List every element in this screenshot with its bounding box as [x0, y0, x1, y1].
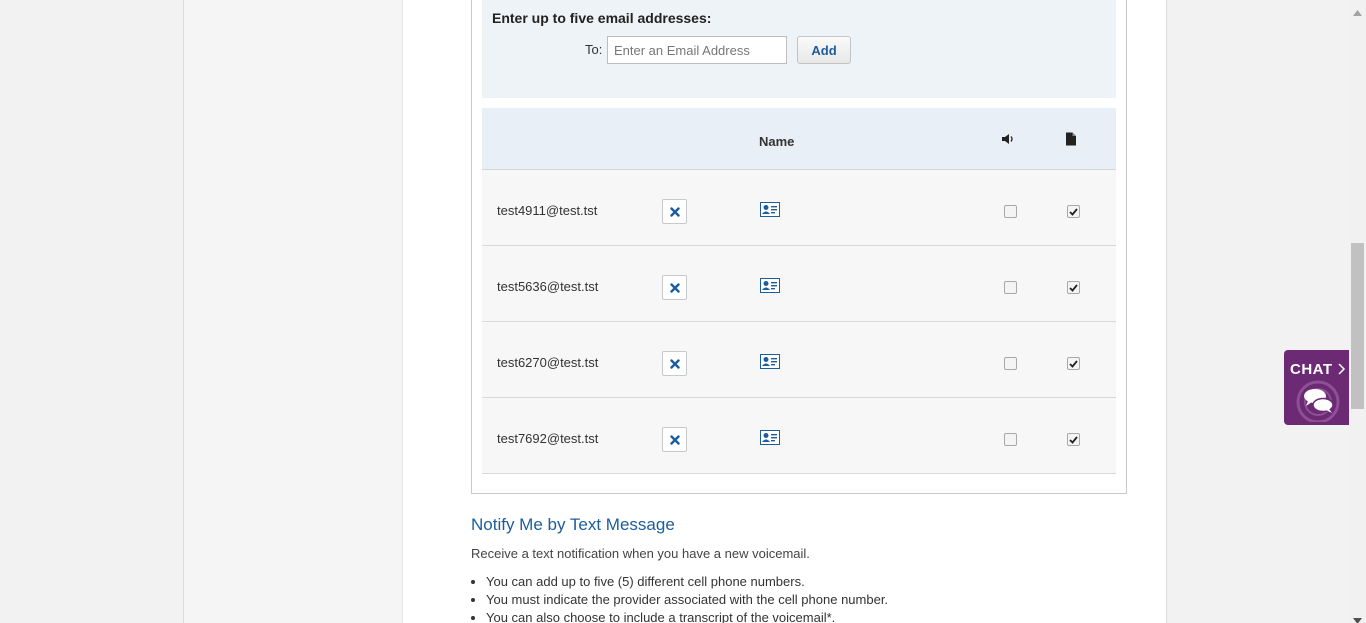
attach-voicemail-checkbox[interactable]	[1004, 205, 1017, 218]
contact-card-icon[interactable]	[760, 278, 780, 293]
close-icon	[669, 282, 680, 293]
recipient-email: test6270@test.tst	[497, 355, 599, 370]
vertical-scrollbar[interactable]	[1349, 0, 1366, 623]
email-notification-box: Enter up to five email addresses: To: Ad…	[471, 0, 1127, 494]
contact-card-icon[interactable]	[760, 354, 780, 369]
email-address-input[interactable]	[607, 36, 787, 64]
attach-voicemail-checkbox[interactable]	[1004, 357, 1017, 370]
remove-recipient-button[interactable]	[662, 351, 687, 376]
attach-voicemail-checkbox[interactable]	[1004, 281, 1017, 294]
remove-recipient-button[interactable]	[662, 427, 687, 452]
email-entry-panel: Enter up to five email addresses: To: Ad…	[482, 0, 1116, 98]
scroll-up-arrow-icon[interactable]	[1353, 3, 1362, 21]
name-column-header: Name	[759, 134, 795, 149]
bullet-item: You can add up to five (5) different cel…	[486, 574, 888, 592]
contact-card-icon[interactable]	[760, 202, 780, 217]
email-entry-heading: Enter up to five email addresses:	[492, 10, 712, 26]
contact-card-icon[interactable]	[760, 430, 780, 445]
scrollbar-thumb[interactable]	[1351, 243, 1364, 409]
table-row: test7692@test.tst	[482, 398, 1116, 474]
close-icon	[669, 434, 680, 445]
text-message-section-title: Notify Me by Text Message	[471, 515, 675, 534]
speaker-icon	[1001, 132, 1017, 148]
email-table-header: Name	[482, 108, 1116, 170]
document-icon	[1065, 132, 1081, 148]
bullet-item: You must indicate the provider associate…	[486, 592, 888, 610]
close-icon	[669, 206, 680, 217]
include-transcript-checkbox[interactable]	[1067, 357, 1080, 370]
scroll-down-arrow-icon[interactable]	[1353, 611, 1362, 623]
left-navigation-panel	[184, 0, 403, 623]
add-email-button[interactable]: Add	[797, 36, 851, 64]
chat-widget-button[interactable]: CHAT	[1284, 350, 1350, 425]
table-row: test5636@test.tst	[482, 246, 1116, 322]
chat-bubbles-icon	[1292, 380, 1348, 425]
chat-label: CHAT	[1290, 361, 1333, 378]
remove-recipient-button[interactable]	[662, 199, 687, 224]
chevron-right-icon	[1338, 362, 1346, 380]
bullet-item: You can also choose to include a transcr…	[486, 610, 888, 623]
remove-recipient-button[interactable]	[662, 275, 687, 300]
recipient-email: test5636@test.tst	[497, 279, 599, 294]
text-message-description: Receive a text notification when you hav…	[471, 546, 810, 561]
table-row: test4911@test.tst	[482, 170, 1116, 246]
recipient-email: test4911@test.tst	[497, 203, 598, 218]
include-transcript-checkbox[interactable]	[1067, 281, 1080, 294]
recipient-email: test7692@test.tst	[497, 431, 599, 446]
close-icon	[669, 358, 680, 369]
text-message-bullets: You can add up to five (5) different cel…	[486, 574, 888, 623]
include-transcript-checkbox[interactable]	[1067, 205, 1080, 218]
to-label: To:	[585, 42, 603, 57]
table-row: test6270@test.tst	[482, 322, 1116, 398]
include-transcript-checkbox[interactable]	[1067, 433, 1080, 446]
attach-voicemail-checkbox[interactable]	[1004, 433, 1017, 446]
